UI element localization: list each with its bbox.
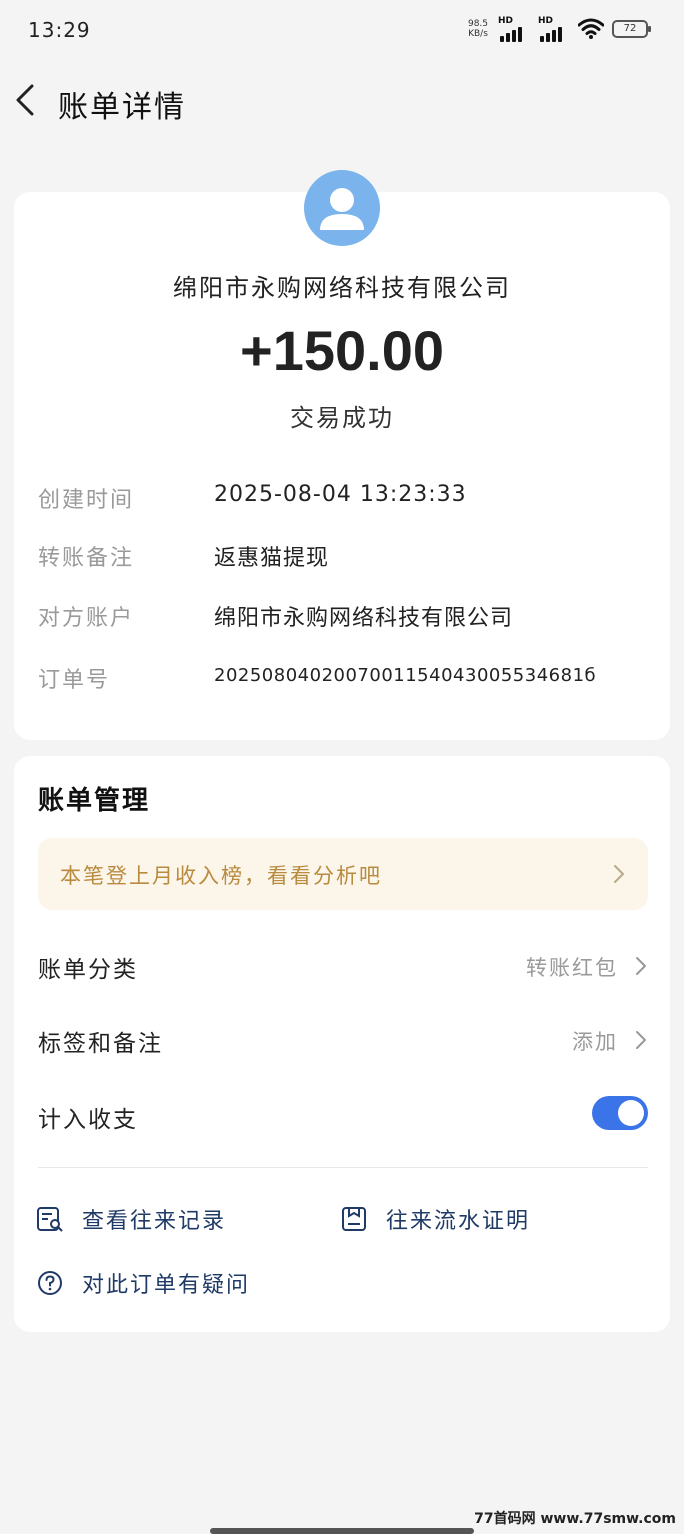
watermark: 77首码网 www.77smw.com bbox=[474, 1511, 676, 1527]
user-avatar-icon bbox=[304, 170, 380, 246]
status-time: 13:29 bbox=[28, 18, 91, 42]
detail-row-remark: 转账备注 返惠猫提现 bbox=[38, 540, 658, 572]
income-rank-banner[interactable]: 本笔登上月收入榜，看看分析吧 bbox=[38, 838, 648, 910]
transaction-status: 交易成功 bbox=[290, 404, 394, 432]
detail-row-created-time: 创建时间 2025-08-04 13:23:33 bbox=[38, 482, 658, 514]
statement-proof-link[interactable]: 往来流水证明 bbox=[340, 1202, 530, 1236]
question-circle-icon bbox=[38, 1271, 62, 1295]
detail-value: 绵阳市永购网络科技有限公司 bbox=[214, 606, 514, 631]
signal-icon: HD bbox=[498, 16, 530, 42]
page-title: 账单详情 bbox=[58, 90, 186, 125]
view-records-link[interactable]: 查看往来记录 bbox=[36, 1202, 226, 1236]
battery-icon: 72 bbox=[612, 20, 651, 38]
row-label: 标签和备注 bbox=[38, 1031, 163, 1057]
link-text: 查看往来记录 bbox=[82, 1209, 227, 1234]
record-search-icon bbox=[37, 1207, 63, 1232]
wifi-icon bbox=[578, 18, 604, 39]
chevron-left-icon[interactable] bbox=[12, 82, 42, 118]
row-value: 添加 bbox=[572, 1030, 618, 1054]
detail-label: 创建时间 bbox=[38, 488, 135, 513]
order-number-value: 2025080402007001154043005534681б bbox=[214, 665, 597, 686]
home-indicator[interactable] bbox=[210, 1528, 474, 1534]
detail-label: 转账备注 bbox=[38, 546, 135, 571]
section-title: 账单管理 bbox=[38, 786, 151, 816]
link-text: 往来流水证明 bbox=[386, 1209, 531, 1234]
divider bbox=[38, 1167, 648, 1168]
row-label: 账单分类 bbox=[38, 957, 138, 983]
status-bar: 13:29 98.5 KB/s HD HD 72 bbox=[0, 0, 684, 60]
row-label: 计入收支 bbox=[38, 1107, 138, 1133]
signal-icon: HD bbox=[538, 16, 570, 42]
banner-text: 本笔登上月收入榜，看看分析吧 bbox=[60, 864, 382, 888]
order-question-link[interactable]: 对此订单有疑问 bbox=[36, 1266, 250, 1300]
transaction-amount: +150.00 bbox=[240, 319, 444, 382]
nav-bar: 账单详情 bbox=[0, 70, 684, 130]
chevron-right-icon bbox=[636, 1031, 646, 1049]
detail-row-counterparty: 对方账户 绵阳市永购网络科技有限公司 bbox=[38, 600, 658, 632]
merchant-name: 绵阳市永购网络科技有限公司 bbox=[173, 274, 511, 302]
toggle-knob bbox=[618, 1100, 644, 1126]
detail-value: 2025-08-04 13:23:33 bbox=[214, 482, 467, 507]
detail-row-order-number: 订单号 2025080402007001154043005534681б bbox=[38, 662, 658, 694]
bill-category-row[interactable]: 账单分类 转账红包 bbox=[38, 946, 648, 986]
include-in-stats-row: 计入收支 bbox=[38, 1096, 648, 1136]
chevron-right-icon bbox=[614, 865, 624, 883]
include-in-stats-toggle[interactable] bbox=[592, 1096, 648, 1130]
statement-icon bbox=[342, 1207, 366, 1231]
link-text: 对此订单有疑问 bbox=[82, 1273, 251, 1298]
detail-label: 对方账户 bbox=[38, 606, 135, 631]
detail-value: 返惠猫提现 bbox=[214, 546, 330, 571]
row-value: 转账红包 bbox=[526, 956, 618, 980]
status-indicators: 98.5 KB/s HD HD 72 bbox=[466, 16, 651, 42]
chevron-right-icon bbox=[636, 957, 646, 975]
detail-label: 订单号 bbox=[38, 668, 111, 693]
network-speed: 98.5 KB/s bbox=[467, 19, 489, 39]
tags-remarks-row[interactable]: 标签和备注 添加 bbox=[38, 1020, 648, 1060]
